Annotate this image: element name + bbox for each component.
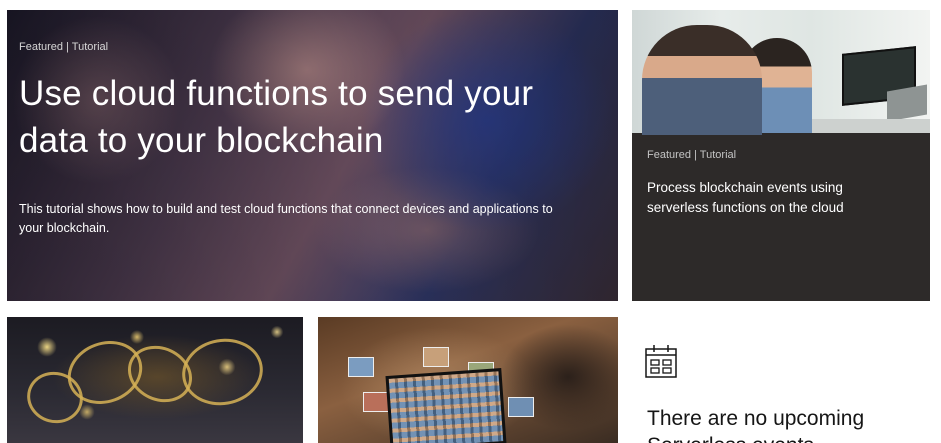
hero-title[interactable]: Use cloud functions to send your data to…	[19, 70, 579, 164]
card-title[interactable]: Process blockchain events using serverle…	[647, 178, 907, 218]
people-at-computers-image	[632, 10, 930, 135]
no-events-message: There are no upcoming Serverless events	[647, 407, 865, 443]
golden-ribbons-image-card[interactable]	[7, 317, 303, 443]
featured-tutorial-hero-card[interactable]: Featured | Tutorial Use cloud functions …	[7, 10, 618, 301]
tutorial-card-blockchain-events[interactable]: Featured | Tutorial Process blockchain e…	[632, 10, 930, 301]
tablet-photos-image-card[interactable]	[318, 317, 618, 443]
upcoming-events-card: There are no upcoming Serverless events	[632, 317, 930, 443]
calendar-icon	[645, 345, 677, 378]
tablet-image	[385, 368, 507, 443]
hero-tag: Featured | Tutorial	[19, 41, 109, 53]
card-tag: Featured | Tutorial	[647, 149, 737, 161]
hero-description: This tutorial shows how to build and tes…	[19, 202, 553, 235]
